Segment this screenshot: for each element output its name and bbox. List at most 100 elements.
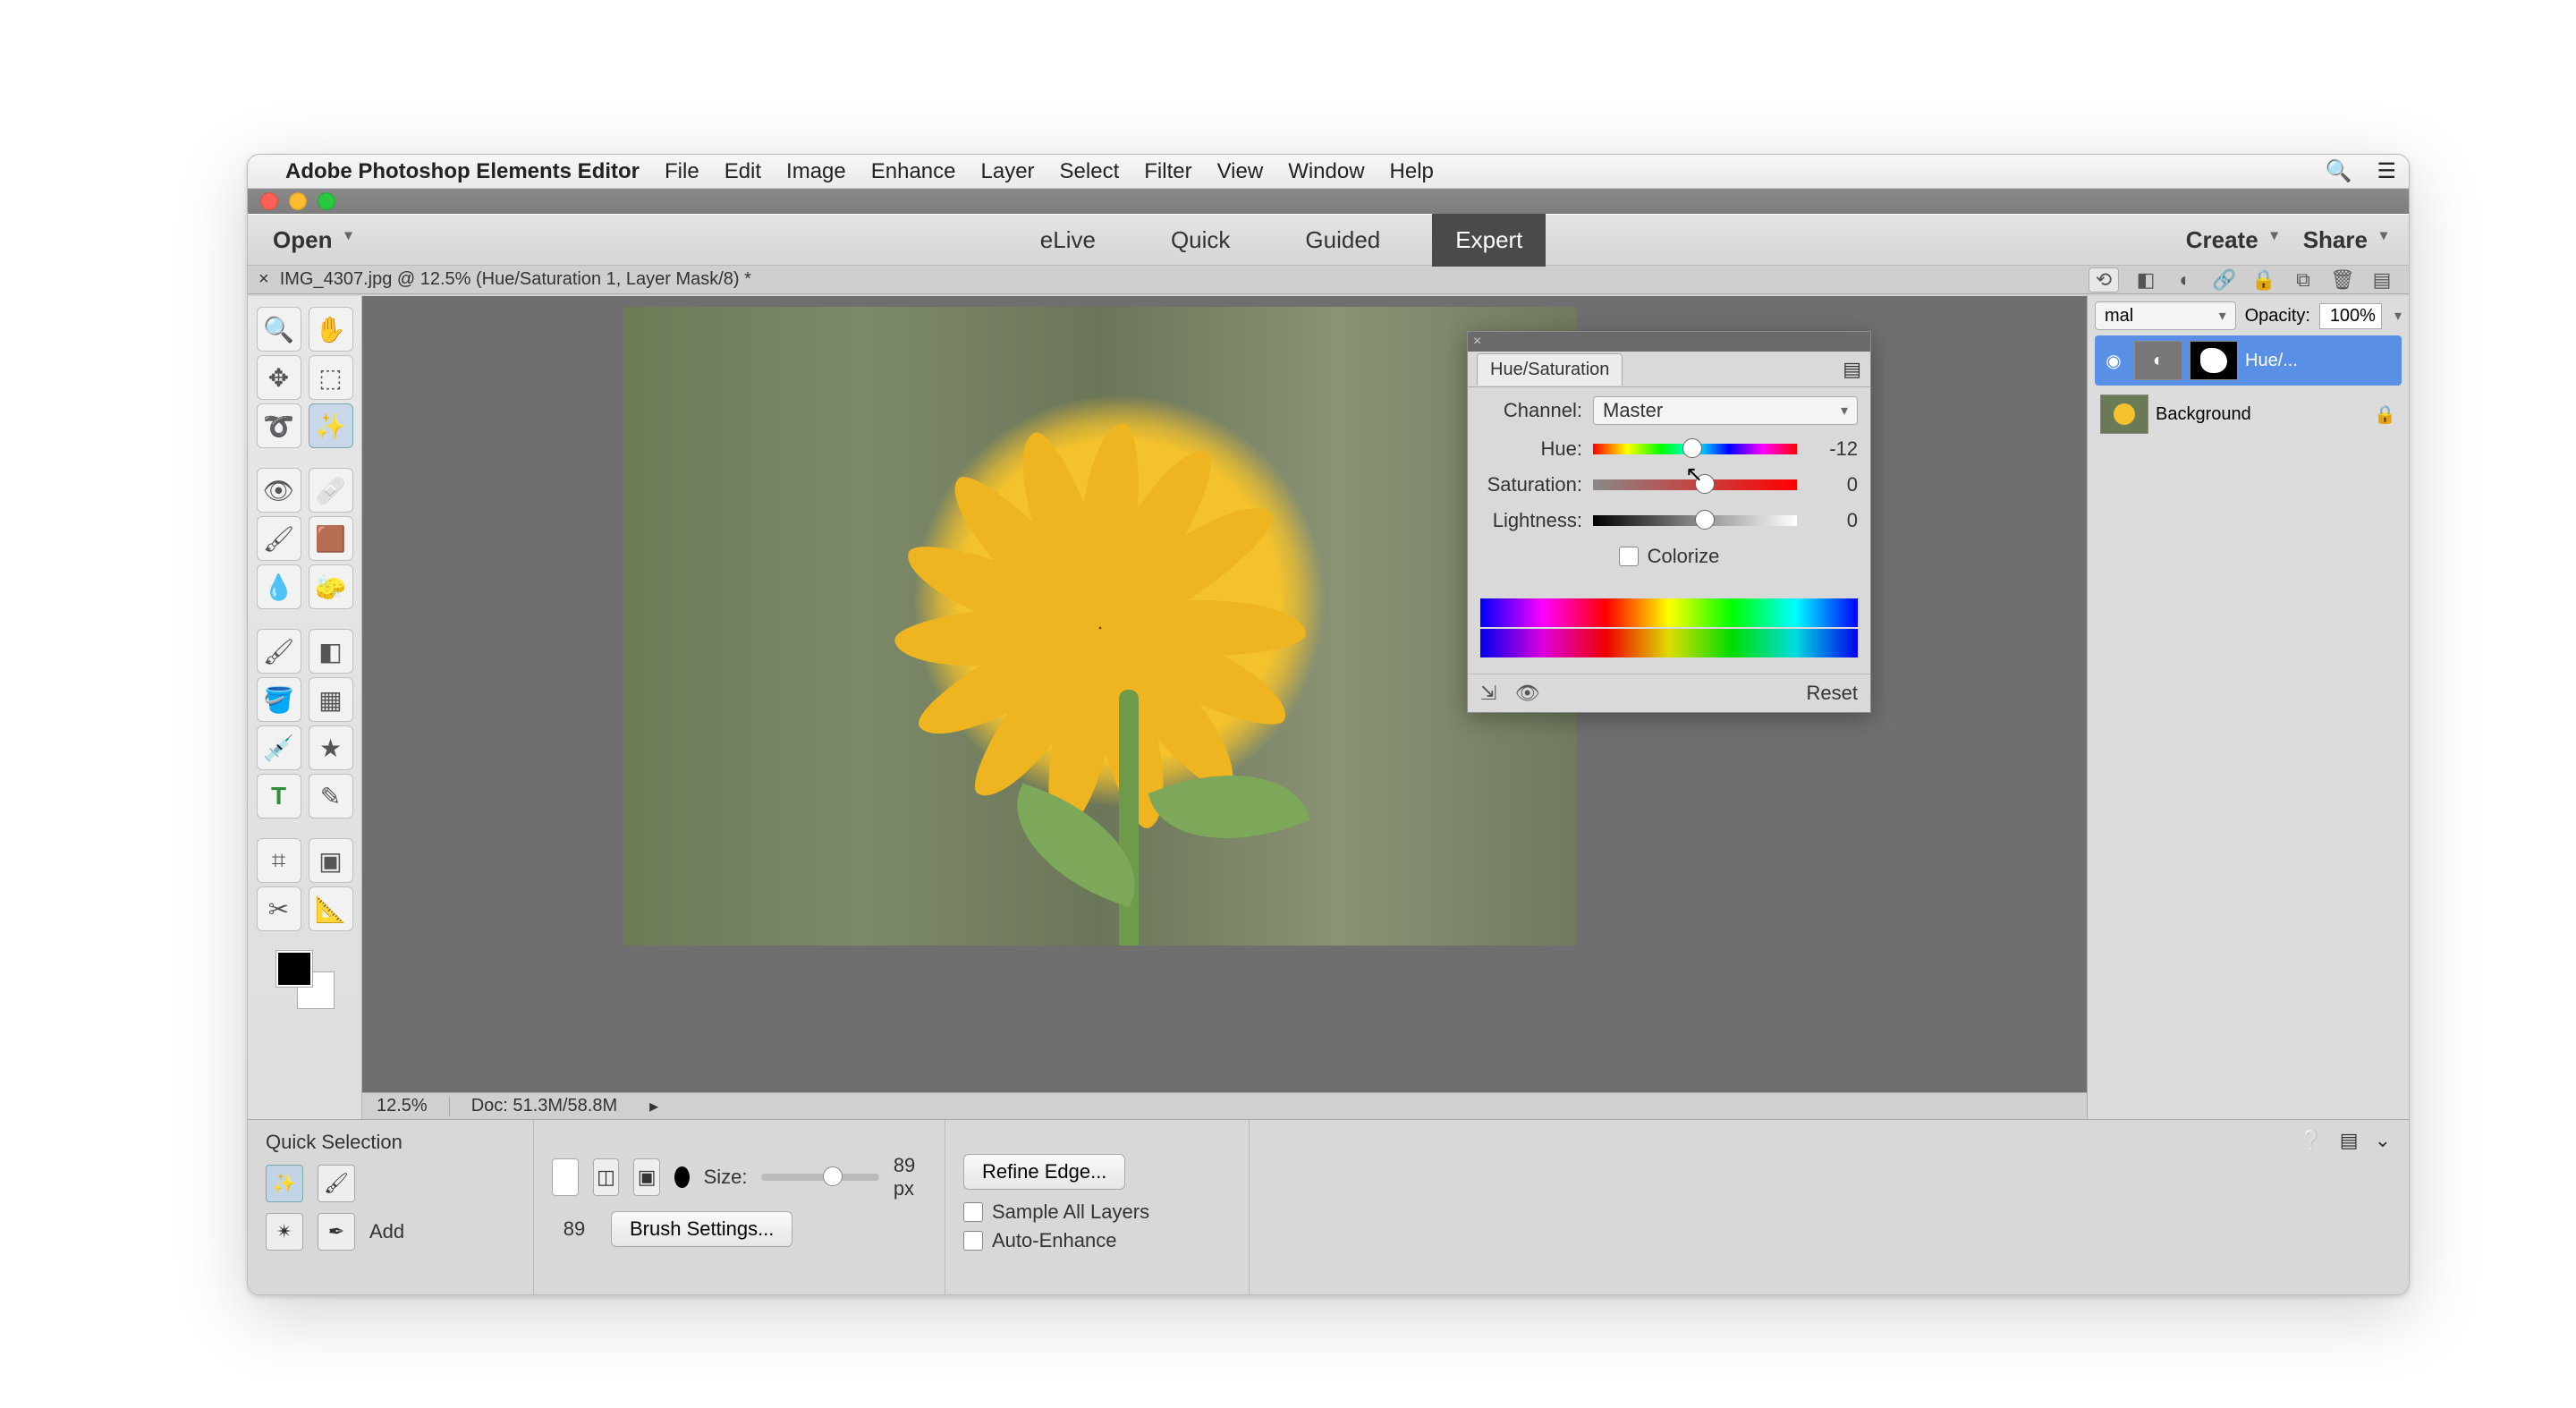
saturation-value[interactable]: 0 — [1808, 473, 1858, 496]
options-menu-icon[interactable]: ▤ — [2340, 1129, 2359, 1152]
help-icon[interactable]: ❔ — [2299, 1129, 2323, 1152]
eyedropper-tool[interactable]: 💉 — [257, 725, 301, 770]
pencil-tool[interactable]: ✎ — [309, 774, 353, 819]
move-tool[interactable]: ✥ — [257, 355, 301, 400]
color-swatches[interactable] — [276, 951, 334, 1008]
menu-layer[interactable]: Layer — [981, 159, 1035, 184]
recompose-tool[interactable]: ▣ — [309, 838, 353, 883]
rotate-icon[interactable]: ⟲ — [2089, 267, 2119, 293]
lasso-tool[interactable]: ➰ — [257, 403, 301, 448]
channel-select[interactable]: Master▾ — [1593, 396, 1858, 425]
lightness-value[interactable]: 0 — [1808, 509, 1858, 532]
hue-label: Hue: — [1480, 437, 1582, 461]
spot-heal-tool[interactable]: 🩹 — [309, 468, 353, 513]
menu-edit[interactable]: Edit — [724, 159, 761, 184]
adjustment-icon[interactable]: ◐ — [2173, 267, 2198, 293]
redeye-tool[interactable]: 👁 — [257, 468, 301, 513]
menu-view[interactable]: View — [1217, 159, 1264, 184]
clip-to-layer-icon[interactable]: ⇲ — [1480, 682, 1496, 704]
type-tool[interactable]: T — [257, 774, 301, 819]
foreground-color-swatch[interactable] — [276, 951, 312, 987]
mode-guided[interactable]: Guided — [1282, 214, 1403, 267]
paint-bucket-tool[interactable]: 🪣 — [257, 677, 301, 722]
refine-edge-button[interactable]: Refine Edge... — [963, 1154, 1125, 1190]
hue-slider[interactable] — [1593, 444, 1797, 454]
collapse-options-icon[interactable]: ⌄ — [2375, 1129, 2391, 1152]
menu-window[interactable]: Window — [1288, 159, 1364, 184]
search-icon[interactable]: 🔍 — [2326, 158, 2352, 184]
lock-icon[interactable]: 🔒 — [2251, 267, 2276, 293]
toggle-visibility-icon[interactable]: 👁 — [1515, 682, 1540, 704]
colorize-checkbox[interactable]: Colorize — [1619, 545, 1720, 568]
canvas-image[interactable] — [623, 307, 1577, 946]
zoom-window-button[interactable] — [318, 192, 335, 210]
sample-all-layers-checkbox[interactable]: Sample All Layers — [963, 1200, 1231, 1224]
size-number[interactable]: 89 — [552, 1217, 597, 1241]
shape-tool[interactable]: ★ — [309, 725, 353, 770]
auto-enhance-checkbox[interactable]: Auto-Enhance — [963, 1229, 1231, 1252]
mode-expert[interactable]: Expert — [1432, 214, 1546, 267]
visibility-toggle-icon[interactable]: ◉ — [2100, 341, 2127, 380]
create-button[interactable]: Create▾ — [2186, 226, 2278, 254]
new-selection-mode[interactable]: ✨ — [266, 1165, 303, 1202]
hue-saturation-panel[interactable]: × Hue/Saturation ▤ Channel: Master▾ Hue:… — [1467, 331, 1871, 713]
trash-icon[interactable]: 🗑 — [2330, 267, 2355, 293]
layer-background[interactable]: Background 🔒 — [2095, 389, 2402, 439]
menu-enhance[interactable]: Enhance — [871, 159, 956, 184]
panel-menu-icon[interactable]: ▤ — [1843, 358, 1861, 381]
selection-brush-mode[interactable]: 🖌 — [318, 1165, 355, 1202]
crop-tool[interactable]: ⌗ — [257, 838, 301, 883]
link-icon[interactable]: 🔗 — [2212, 267, 2237, 293]
zoom-tool[interactable]: 🔍 — [257, 307, 301, 352]
lightness-slider[interactable] — [1593, 515, 1797, 526]
layer-mask-thumb[interactable] — [2190, 341, 2238, 380]
blend-mode-select[interactable]: mal▾ — [2095, 301, 2236, 330]
mode-quick[interactable]: Quick — [1148, 214, 1253, 267]
panel-menu-icon[interactable]: ▤ — [2369, 267, 2394, 293]
brush-size-slider[interactable] — [761, 1174, 878, 1181]
eraser-tool[interactable]: ◧ — [309, 629, 353, 674]
sponge-tool[interactable]: 🧽 — [309, 564, 353, 609]
close-panel-icon[interactable]: × — [1468, 334, 1487, 350]
brush-tool[interactable]: 🖌 — [257, 629, 301, 674]
menu-select[interactable]: Select — [1060, 159, 1120, 184]
chevron-down-icon[interactable]: ▾ — [2394, 307, 2402, 325]
opacity-field[interactable]: 100% — [2319, 303, 2382, 329]
clone-stamp-tool[interactable]: 🟫 — [309, 516, 353, 561]
status-chevron-icon[interactable]: ▸ — [649, 1095, 658, 1117]
minimize-window-button[interactable] — [289, 192, 307, 210]
layout-icon[interactable]: ◧ — [2133, 267, 2158, 293]
zoom-level[interactable]: 12.5% — [377, 1096, 428, 1116]
marquee-tool[interactable]: ⬚ — [309, 355, 353, 400]
subtract-from-selection[interactable]: ◫ — [593, 1158, 620, 1196]
hand-tool[interactable]: ✋ — [309, 307, 353, 352]
list-icon[interactable]: ☰ — [2377, 158, 2396, 184]
intersect-selection[interactable]: ▣ — [633, 1158, 660, 1196]
new-layer-icon[interactable]: ⧉ — [2291, 267, 2316, 293]
layer-hue-saturation[interactable]: ◉ ◐ Hue/... — [2095, 335, 2402, 386]
mode-elive[interactable]: eLive — [1017, 214, 1119, 267]
quick-selection-tool[interactable]: ✨ — [309, 403, 353, 448]
saturation-slider[interactable] — [1593, 479, 1797, 490]
refine-selection-mode[interactable]: ✒ — [318, 1213, 355, 1251]
straighten-tool[interactable]: 📐 — [309, 886, 353, 931]
smart-brush-tool[interactable]: 🖌 — [257, 516, 301, 561]
menu-image[interactable]: Image — [786, 159, 846, 184]
brush-settings-button[interactable]: Brush Settings... — [611, 1211, 792, 1247]
close-window-button[interactable] — [260, 192, 278, 210]
panel-tab[interactable]: Hue/Saturation — [1477, 353, 1623, 386]
open-button[interactable]: Open▾ — [248, 226, 377, 254]
menu-file[interactable]: File — [665, 159, 699, 184]
menu-filter[interactable]: Filter — [1144, 159, 1191, 184]
content-aware-move-tool[interactable]: ✂ — [257, 886, 301, 931]
document-tab[interactable]: IMG_4307.jpg @ 12.5% (Hue/Saturation 1, … — [280, 269, 769, 290]
share-button[interactable]: Share▾ — [2303, 226, 2387, 254]
blur-tool[interactable]: 💧 — [257, 564, 301, 609]
hue-value[interactable]: -12 — [1808, 437, 1858, 461]
reset-button[interactable]: Reset — [1807, 682, 1858, 705]
add-to-selection[interactable] — [552, 1158, 579, 1196]
menu-help[interactable]: Help — [1390, 159, 1434, 184]
magic-selection-mode[interactable]: ✴ — [266, 1213, 303, 1251]
gradient-tool[interactable]: ▦ — [309, 677, 353, 722]
close-tab-icon[interactable]: × — [248, 269, 280, 290]
